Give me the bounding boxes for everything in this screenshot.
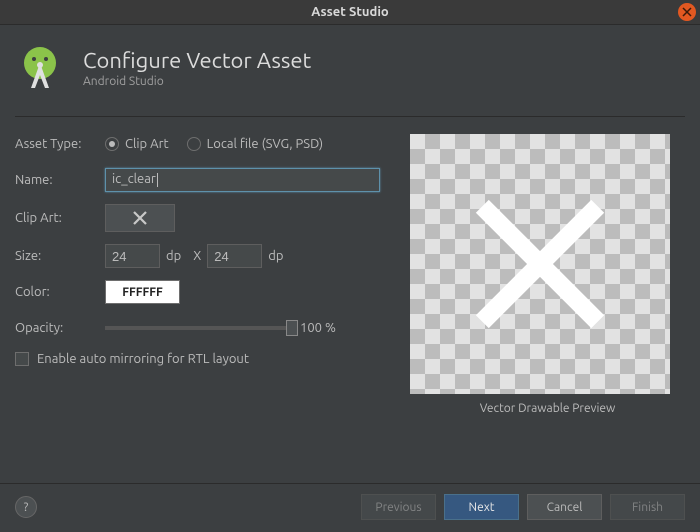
- dialog-subtitle: Android Studio: [83, 75, 311, 88]
- finish-button[interactable]: Finish: [610, 494, 685, 520]
- name-input[interactable]: ic_clear: [105, 168, 380, 192]
- preview-icon: [410, 134, 670, 394]
- rtl-mirror-checkbox[interactable]: [15, 352, 29, 366]
- radio-icon: [187, 137, 201, 151]
- preview-box: [410, 134, 670, 394]
- dialog-footer: ? Previous Next Cancel Finish: [0, 483, 700, 532]
- color-picker-button[interactable]: FFFFFF: [105, 280, 180, 304]
- asset-type-label: Asset Type:: [15, 137, 105, 151]
- size-separator: X: [193, 249, 201, 263]
- opacity-value: 100 %: [300, 321, 336, 335]
- opacity-slider[interactable]: [105, 326, 290, 330]
- close-icon: [682, 7, 692, 17]
- rtl-mirror-label: Enable auto mirroring for RTL layout: [37, 352, 249, 366]
- form-panel: Asset Type: Clip Art Local file (SVG, PS…: [15, 132, 410, 415]
- size-height-input[interactable]: [207, 244, 262, 268]
- x-icon: [131, 209, 149, 227]
- dialog-header: Configure Vector Asset Android Studio: [15, 25, 685, 111]
- preview-label: Vector Drawable Preview: [410, 402, 685, 415]
- asset-type-clipart-radio[interactable]: Clip Art: [105, 137, 169, 151]
- clipart-select-button[interactable]: [105, 204, 175, 232]
- clipart-label: Clip Art:: [15, 211, 105, 225]
- text-caret: [157, 173, 158, 187]
- size-unit: dp: [268, 249, 283, 263]
- help-button[interactable]: ?: [15, 496, 37, 518]
- android-studio-icon: [15, 43, 65, 93]
- size-width-input[interactable]: [105, 244, 160, 268]
- name-label: Name:: [15, 173, 105, 187]
- radio-selected-icon: [105, 137, 119, 151]
- size-label: Size:: [15, 249, 105, 263]
- opacity-label: Opacity:: [15, 321, 105, 335]
- color-label: Color:: [15, 285, 105, 299]
- window-close-button[interactable]: [678, 3, 696, 21]
- window-title: Asset Studio: [311, 5, 389, 19]
- cancel-button[interactable]: Cancel: [527, 494, 602, 520]
- asset-type-localfile-radio[interactable]: Local file (SVG, PSD): [187, 137, 324, 151]
- previous-button[interactable]: Previous: [361, 494, 436, 520]
- preview-panel: Vector Drawable Preview: [410, 132, 685, 415]
- radio-label: Clip Art: [125, 137, 169, 151]
- size-unit: dp: [166, 249, 181, 263]
- next-button[interactable]: Next: [444, 494, 519, 520]
- slider-thumb-icon[interactable]: [286, 320, 298, 336]
- radio-label: Local file (SVG, PSD): [207, 137, 324, 151]
- titlebar: Asset Studio: [0, 0, 700, 25]
- dialog-title: Configure Vector Asset: [83, 48, 311, 73]
- divider: [15, 116, 685, 117]
